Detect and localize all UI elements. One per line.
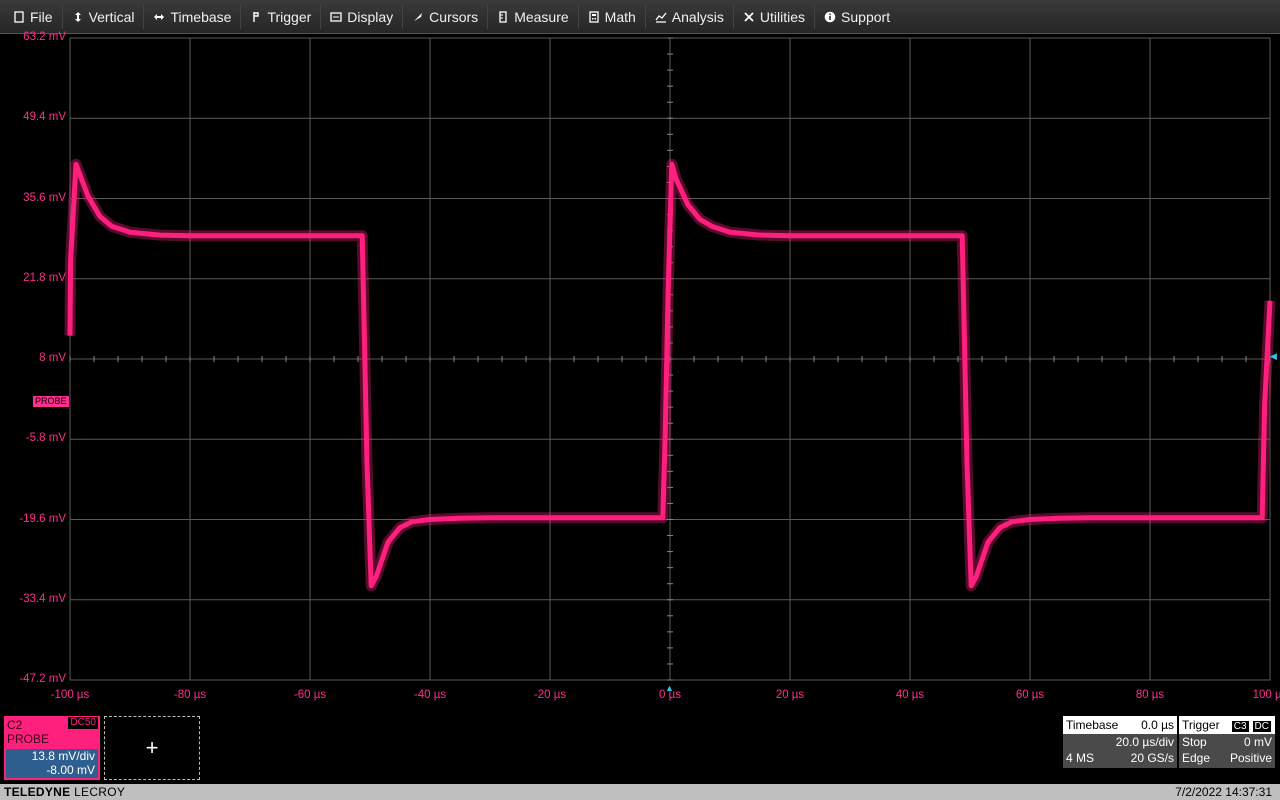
add-icon: +	[145, 735, 159, 760]
menu-label: Trigger	[267, 8, 312, 25]
x-tick-label: 40 µs	[895, 689, 925, 701]
menu-measure[interactable]: Measure	[488, 4, 579, 29]
horizontal-arrows-icon	[154, 13, 165, 20]
info-icon	[824, 11, 836, 22]
y-tick-label: 63.2 mV	[23, 31, 66, 43]
timebase-title: Timebase	[1066, 718, 1119, 732]
y-tick-label: 8 mV	[39, 352, 66, 364]
trigger-mode: Stop	[1182, 735, 1207, 749]
x-tick-label: 60 µs	[1015, 689, 1045, 701]
menu-timebase[interactable]: Timebase	[144, 4, 242, 29]
trigger-slope: Positive	[1229, 751, 1272, 765]
menu-label: Measure	[514, 8, 569, 25]
menu-analysis[interactable]: Analysis	[646, 4, 734, 29]
menu-label: Cursors	[429, 8, 479, 25]
cursor-icon	[414, 12, 423, 21]
timebase-descriptor[interactable]: Timebase 0.0 µs 20.0 µs/div 4 MS 20 GS/s	[1063, 716, 1177, 768]
menu-display[interactable]: Display	[321, 4, 404, 29]
trigger-coupling-badge: DC	[1251, 720, 1272, 733]
channel-scale: 13.8 mV/div	[31, 749, 95, 763]
menu-label: Analysis	[671, 8, 724, 25]
trigger-level-marker-icon[interactable]: ◀	[1270, 351, 1277, 362]
channel-probe: PROBE	[7, 732, 50, 746]
x-tick-label: -80 µs	[173, 689, 207, 701]
chart-icon	[655, 12, 667, 23]
x-tick-label: 80 µs	[1135, 689, 1165, 701]
trigger-level: 0 mV	[1243, 735, 1272, 749]
status-bar: TELEDYNE LECROY 7/2/2022 14:37:31	[0, 784, 1280, 800]
x-tick-label: -20 µs	[533, 689, 567, 701]
timebase-delay: 0.0 µs	[1141, 718, 1174, 732]
menu-label: Utilities	[759, 8, 806, 25]
menu-label: Vertical	[88, 8, 135, 25]
menu-label: Timebase	[170, 8, 232, 25]
y-tick-label: -33.4 mV	[19, 592, 66, 605]
y-tick-label: -19.6 mV	[19, 512, 66, 525]
menu-vertical[interactable]: Vertical	[63, 4, 145, 29]
brand-logo: TELEDYNE LECROY	[4, 785, 125, 799]
vertical-arrows-icon	[74, 11, 81, 22]
date-time: 7/2/2022 14:37:31	[1175, 785, 1272, 799]
y-tick-label: 49.4 mV	[23, 111, 66, 124]
x-tick-label: -60 µs	[293, 689, 327, 701]
y-tick-label: 21.8 mV	[23, 271, 66, 284]
x-tick-label: 20 µs	[775, 689, 805, 701]
tools-icon	[744, 11, 754, 22]
scope-plot	[64, 37, 1276, 681]
menu-bar: File Vertical Timebase Trigger Display C…	[0, 0, 1280, 34]
trigger-position-marker-icon[interactable]: ▲	[665, 683, 674, 693]
channel-coupling-badge: DC50	[68, 717, 98, 729]
menu-label: Display	[347, 8, 394, 25]
file-icon	[14, 10, 24, 23]
x-tick-label: -100 µs	[50, 689, 90, 701]
menu-label: Math	[604, 8, 636, 25]
menu-support[interactable]: Support	[815, 5, 899, 29]
menu-label: File	[30, 8, 53, 25]
menu-math[interactable]: Math	[579, 4, 646, 29]
y-tick-label: -47.2 mV	[19, 673, 66, 685]
brand-rest: LECROY	[74, 785, 126, 799]
calculator-icon	[589, 10, 599, 23]
menu-utilities[interactable]: Utilities	[734, 4, 816, 29]
timebase-rate: 20 GS/s	[1130, 751, 1174, 765]
timebase-memory: 4 MS	[1066, 751, 1095, 765]
x-tick-label: -40 µs	[413, 689, 447, 701]
trigger-type: Edge	[1182, 751, 1211, 765]
menu-label: Support	[841, 8, 891, 25]
trigger-title: Trigger	[1182, 718, 1220, 732]
y-tick-label: -5.8 mV	[25, 432, 66, 445]
channel-offset-marker[interactable]: PROBE	[33, 396, 69, 407]
add-trace-button[interactable]: +	[104, 716, 200, 780]
trigger-source-badge: C3	[1230, 720, 1250, 733]
trigger-descriptor[interactable]: Trigger C3 DC Stop 0 mV Edge Positive	[1179, 716, 1275, 768]
menu-cursors[interactable]: Cursors	[403, 4, 489, 29]
channel-offset: -8.00 mV	[46, 763, 95, 777]
menu-file[interactable]: File	[4, 4, 63, 29]
brand-bold: TELEDYNE	[4, 785, 71, 799]
waveform-grid[interactable]: 63.2 mV 49.4 mV 35.6 mV 21.8 mV 8 mV -5.8 mV -…	[0, 31, 1280, 714]
y-tick-label: 35.6 mV	[23, 191, 66, 204]
ruler-icon	[499, 10, 507, 23]
menu-trigger[interactable]: Trigger	[241, 4, 322, 29]
trigger-flag-icon	[253, 11, 260, 22]
channel-descriptor-c2[interactable]: C2 PROBE DC50 13.8 mV/div -8.00 mV	[4, 716, 100, 780]
x-tick-label: 100 µs	[1252, 689, 1280, 701]
display-icon	[330, 11, 342, 22]
timebase-scale: 20.0 µs/div	[1115, 735, 1174, 749]
